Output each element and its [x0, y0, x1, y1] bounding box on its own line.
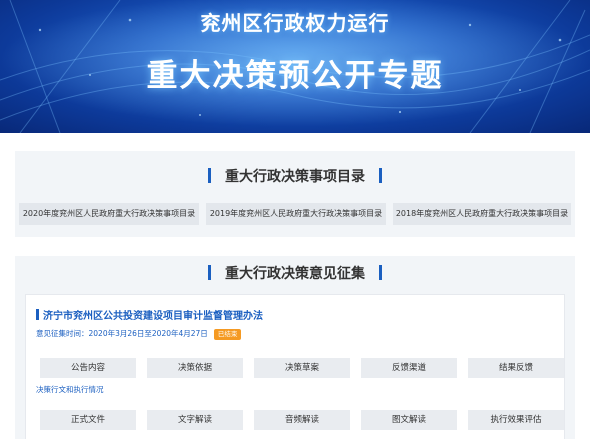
catalog-link-2018[interactable]: 2018年度兖州区人民政府重大行政决策事项目录	[393, 203, 571, 225]
tab-result-feedback[interactable]: 结果反馈	[468, 358, 564, 378]
tab-official-document[interactable]: 正式文件	[40, 410, 136, 430]
heading-bar-right	[379, 265, 382, 280]
opinion-section: 重大行政决策意见征集 济宁市兖州区公共投资建设项目审计监督管理办法 意见征集时间…	[15, 256, 575, 439]
catalog-title: 重大行政决策事项目录	[225, 169, 365, 185]
tab-feedback-channel[interactable]: 反馈渠道	[361, 358, 457, 378]
heading-bar-left	[208, 168, 211, 183]
consultation-period: 意见征集时间：2020年3月26日至2020年4月27日 已结束	[36, 328, 242, 340]
tab-decision-draft[interactable]: 决策草案	[254, 358, 350, 378]
heading-bar-left	[208, 265, 211, 280]
tab-decision-basis[interactable]: 决策依据	[147, 358, 243, 378]
policy-title[interactable]: 济宁市兖州区公共投资建设项目审计监督管理办法	[43, 311, 263, 322]
tab-text-interpretation[interactable]: 文字解读	[147, 410, 243, 430]
tab-announcement[interactable]: 公告内容	[40, 358, 136, 378]
heading-bar-right	[379, 168, 382, 183]
policy-card: 济宁市兖州区公共投资建设项目审计监督管理办法 意见征集时间：2020年3月26日…	[25, 294, 565, 439]
header-banner: 兖州区行政权力运行 重大决策预公开专题	[0, 0, 590, 133]
status-badge: 已结束	[213, 329, 242, 340]
tab-effect-evaluation[interactable]: 执行效果评估	[468, 410, 564, 430]
period-text: 意见征集时间：2020年3月26日至2020年4月27日	[36, 329, 208, 338]
catalog-link-2019[interactable]: 2019年度兖州区人民政府重大行政决策事项目录	[206, 203, 386, 225]
catalog-heading: 重大行政决策事项目录	[15, 166, 575, 186]
catalog-link-2020[interactable]: 2020年度兖州区人民政府重大行政决策事项目录	[19, 203, 199, 225]
title-marker	[36, 309, 39, 320]
banner-title: 兖州区行政权力运行	[200, 11, 390, 35]
tab-graphic-interpretation[interactable]: 图文解读	[361, 410, 457, 430]
opinion-heading: 重大行政决策意见征集	[15, 263, 575, 283]
policy-title-wrap[interactable]: 济宁市兖州区公共投资建设项目审计监督管理办法	[36, 307, 263, 322]
catalog-section: 重大行政决策事项目录 2020年度兖州区人民政府重大行政决策事项目录 2019年…	[15, 151, 575, 237]
tab-audio-interpretation[interactable]: 音频解读	[254, 410, 350, 430]
banner-subtitle: 重大决策预公开专题	[146, 58, 444, 94]
execution-subheading: 决策行文和执行情况	[36, 385, 104, 394]
opinion-title: 重大行政决策意见征集	[225, 266, 365, 282]
